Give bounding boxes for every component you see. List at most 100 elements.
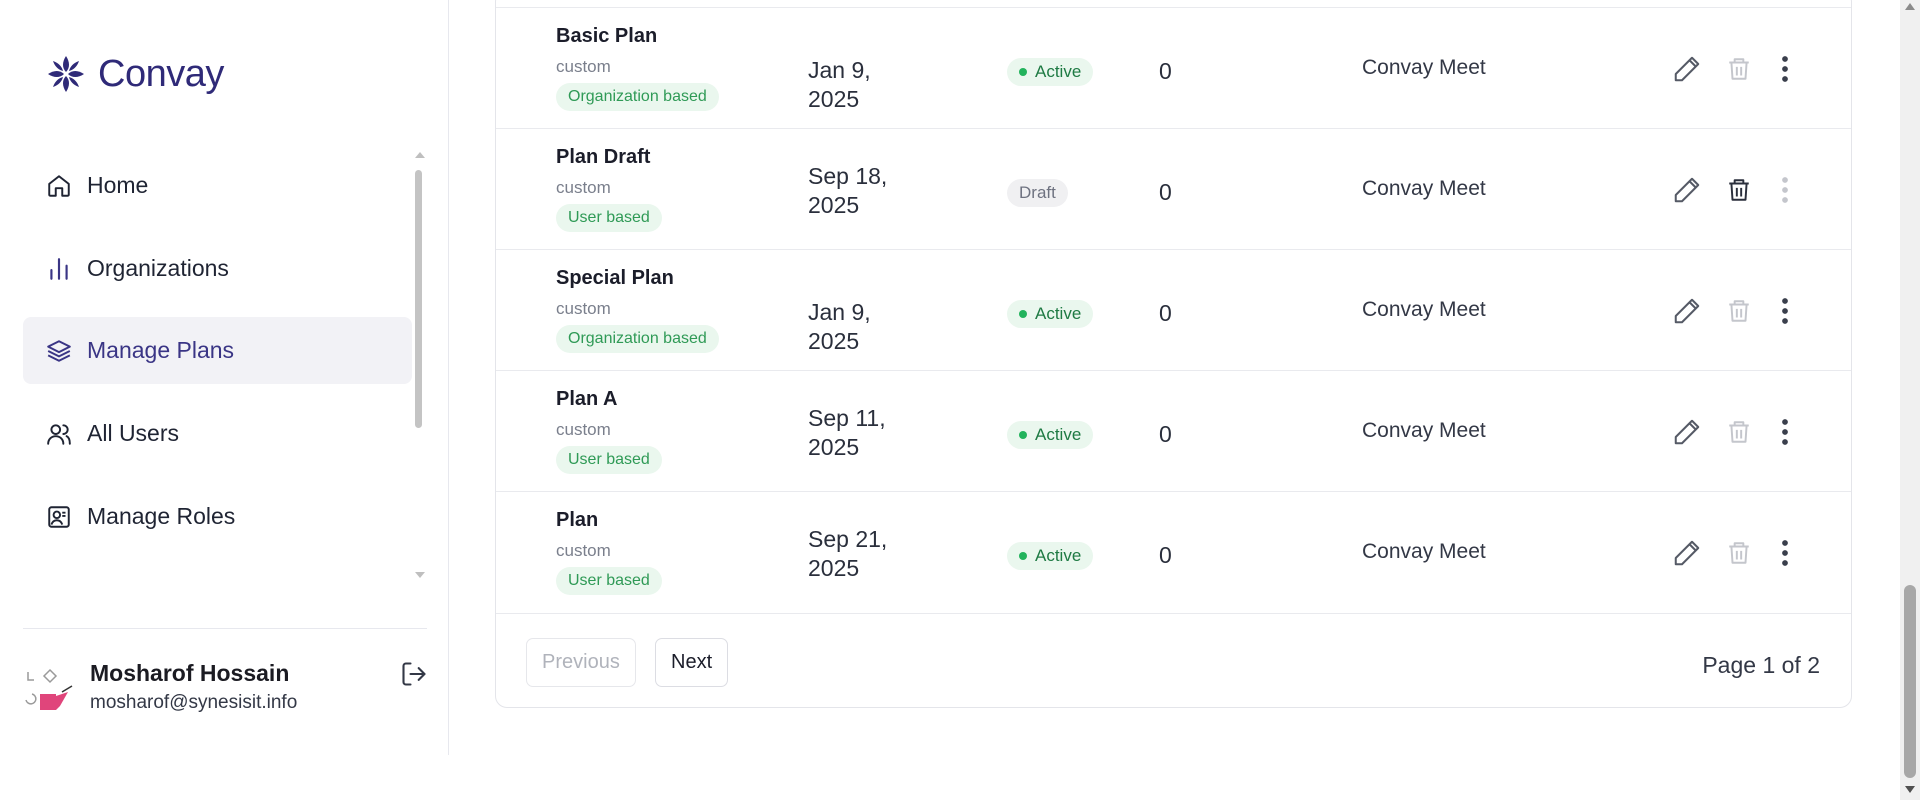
more-vertical-icon xyxy=(1782,540,1788,566)
table-row[interactable]: Special Plan custom Organization based J… xyxy=(496,249,1851,370)
table-row[interactable]: Basic Plan custom Organization based Jan… xyxy=(496,7,1851,128)
sidebar-item-label: Manage Roles xyxy=(87,503,236,529)
sidebar-item-label: Home xyxy=(87,172,149,198)
more-vertical-icon xyxy=(1782,419,1788,445)
plan-basis-tag: Organization based xyxy=(556,83,719,111)
sidebar-item-label: All Users xyxy=(87,420,180,446)
plan-basis-tag: User based xyxy=(556,446,662,474)
trash-icon xyxy=(1729,542,1749,564)
pencil-icon xyxy=(1674,177,1700,203)
sidebar-item-label: Manage Plans xyxy=(87,337,235,363)
trash-icon xyxy=(1729,179,1749,201)
sidebar-nav: Home Organizations Manage Plans All User… xyxy=(23,143,413,583)
plan-product: Convay Meet xyxy=(1362,298,1486,321)
window-scrollbar[interactable] xyxy=(1900,0,1920,800)
sidebar-item-organizations[interactable]: Organizations xyxy=(23,235,412,302)
delete-button-disabled[interactable] xyxy=(1722,294,1756,328)
plan-date: Jan 9, 2025 xyxy=(808,299,871,354)
table-row[interactable]: Plan Draft custom User based Sep 18, 202… xyxy=(496,128,1851,249)
plan-date: Sep 18, 2025 xyxy=(808,163,888,218)
delete-button[interactable] xyxy=(1722,173,1756,207)
plan-date: Sep 21, 2025 xyxy=(808,526,888,581)
divider xyxy=(23,628,427,629)
app-name: Convay xyxy=(98,52,224,95)
status-text: Active xyxy=(1035,425,1082,444)
logout-button[interactable] xyxy=(398,658,430,690)
plan-type: custom xyxy=(556,178,611,197)
delete-button-disabled[interactable] xyxy=(1722,536,1756,570)
status-badge: Draft xyxy=(1007,179,1068,207)
plan-name: Special Plan xyxy=(556,267,674,289)
status-text: Draft xyxy=(1019,183,1056,202)
status-dot-icon xyxy=(1019,68,1027,76)
status-text: Active xyxy=(1035,304,1082,323)
more-vertical-icon xyxy=(1782,56,1788,82)
edit-button[interactable] xyxy=(1670,173,1704,207)
trash-icon xyxy=(1729,58,1749,80)
sidebar-item-all-users[interactable]: All Users xyxy=(23,400,412,467)
app-logo[interactable]: Convay xyxy=(44,52,224,96)
more-button-disabled[interactable] xyxy=(1768,173,1802,207)
user-card-icon xyxy=(45,503,73,531)
plan-basis-tag: User based xyxy=(556,204,662,232)
edit-button[interactable] xyxy=(1670,415,1704,449)
scroll-up-icon[interactable] xyxy=(415,152,425,158)
plan-product: Convay Meet xyxy=(1362,177,1486,200)
status-text: Active xyxy=(1035,546,1082,565)
more-button[interactable] xyxy=(1768,536,1802,570)
sidebar-item-home[interactable]: Home xyxy=(23,152,412,219)
convay-logo-icon xyxy=(48,56,84,92)
status-badge: Active xyxy=(1007,542,1094,570)
sidebar-item-manage-roles[interactable]: Manage Roles xyxy=(23,483,412,550)
scroll-down-icon[interactable] xyxy=(415,572,425,578)
scroll-thumb[interactable] xyxy=(1904,585,1916,778)
status-badge: Active xyxy=(1007,58,1094,86)
pencil-icon xyxy=(1674,56,1700,82)
delete-button-disabled[interactable] xyxy=(1722,415,1756,449)
pencil-icon xyxy=(1674,540,1700,566)
more-vertical-icon xyxy=(1782,298,1788,324)
plan-type: custom xyxy=(556,541,611,560)
user-name: Mosharof Hossain xyxy=(90,660,290,686)
next-button[interactable]: Next xyxy=(655,638,729,687)
delete-button-disabled[interactable] xyxy=(1722,52,1756,86)
plan-name: Plan Draft xyxy=(556,146,651,168)
plan-count: 0 xyxy=(1159,300,1172,326)
pagination: Previous Next Page 1 of 2 xyxy=(496,613,1851,709)
plan-name: Plan xyxy=(556,509,599,531)
status-badge: Active xyxy=(1007,421,1094,449)
more-button[interactable] xyxy=(1768,415,1802,449)
table-row[interactable]: Plan A custom User based Sep 11, 2025 Ac… xyxy=(496,370,1851,491)
edit-button[interactable] xyxy=(1670,52,1704,86)
pencil-icon xyxy=(1674,298,1700,324)
plan-name: Basic Plan xyxy=(556,25,658,47)
edit-button[interactable] xyxy=(1670,536,1704,570)
sidebar-scrollbar[interactable] xyxy=(413,152,425,582)
avatar[interactable] xyxy=(22,662,78,718)
plan-product: Convay Meet xyxy=(1362,56,1486,79)
plan-date: Jan 9, 2025 xyxy=(808,57,871,112)
pencil-icon xyxy=(1674,419,1700,445)
sidebar-item-manage-plans[interactable]: Manage Plans xyxy=(23,317,412,384)
status-dot-icon xyxy=(1019,552,1027,560)
trash-icon xyxy=(1729,300,1749,322)
page-info: Page 1 of 2 xyxy=(1702,652,1820,678)
more-button[interactable] xyxy=(1768,294,1802,328)
trash-icon xyxy=(1729,421,1749,443)
plan-type: custom xyxy=(556,299,611,318)
sidebar-item-label: Organizations xyxy=(87,255,229,281)
plan-type: custom xyxy=(556,57,611,76)
scroll-down-icon[interactable] xyxy=(1905,786,1915,793)
table-row[interactable]: Plan custom User based Sep 21, 2025 Acti… xyxy=(496,491,1851,612)
scroll-thumb[interactable] xyxy=(415,170,422,428)
more-button[interactable] xyxy=(1768,52,1802,86)
logout-icon xyxy=(402,662,426,686)
edit-button[interactable] xyxy=(1670,294,1704,328)
bar-chart-icon xyxy=(45,255,73,283)
scroll-up-icon[interactable] xyxy=(1905,3,1915,10)
plan-basis-tag: User based xyxy=(556,567,662,595)
previous-button[interactable]: Previous xyxy=(526,638,636,687)
plan-type: custom xyxy=(556,420,611,439)
plan-count: 0 xyxy=(1159,421,1172,447)
more-vertical-icon xyxy=(1782,177,1788,203)
